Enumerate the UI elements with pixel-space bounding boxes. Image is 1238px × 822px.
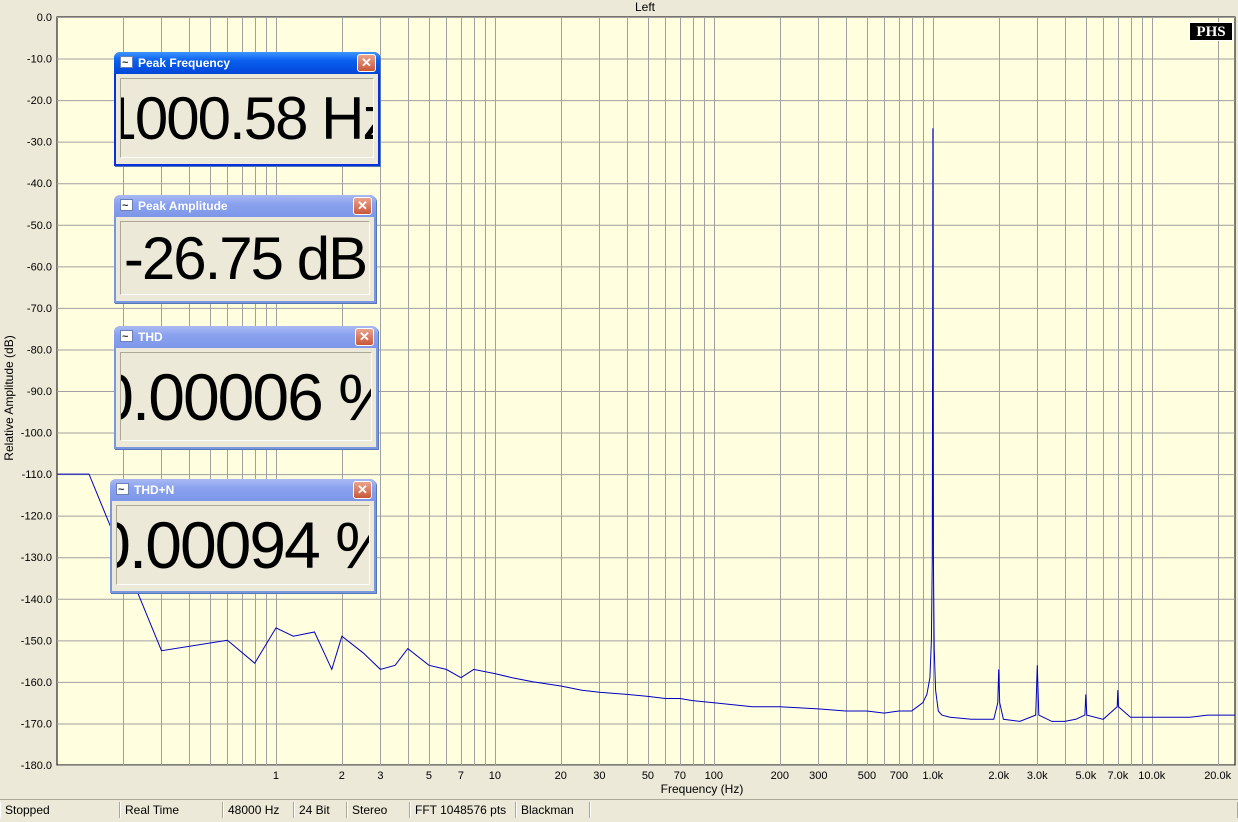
peak-frequency-value: 1000.58 Hz [120,78,374,158]
status-extra [590,802,1238,818]
x-tick-label: 20 [555,770,567,782]
peak-frequency-titlebar[interactable]: Peak Frequency ✕ [114,52,380,74]
x-tick-label: 200 [771,770,789,782]
peak-frequency-title: Peak Frequency [138,56,231,70]
y-tick-label: -100.0 [21,428,52,440]
close-icon[interactable]: ✕ [353,197,372,215]
chart-title: Left [635,0,656,14]
y-tick-label: -90.0 [27,386,52,398]
meter-window-icon [120,195,133,217]
x-tick-label: 700 [890,770,908,782]
y-tick-label: -130.0 [21,552,52,564]
peak-frequency-meter[interactable]: Peak Frequency ✕ 1000.58 Hz [114,52,380,166]
y-tick-label: -120.0 [21,511,52,523]
thd-n-meter[interactable]: THD+N ✕ 0.00094 % [110,479,376,593]
peak-amplitude-meter[interactable]: Peak Amplitude ✕ -26.75 dB [114,195,376,303]
x-tick-label: 20.0k [1204,770,1231,782]
x-tick-label: 500 [858,770,876,782]
close-icon[interactable]: ✕ [353,481,372,499]
thd-titlebar[interactable]: THD ✕ [114,326,378,348]
x-tick-label: 3.0k [1027,770,1048,782]
thd-value: 0.00006 % [120,352,372,441]
y-tick-label: -110.0 [22,469,52,481]
y-tick-label: -80.0 [27,344,52,356]
y-tick-label: -20.0 [27,95,52,107]
x-tick-label: 2 [339,770,345,782]
phs-logo: PHS [1189,22,1233,41]
x-tick-label: 70 [674,770,686,782]
close-icon[interactable]: ✕ [355,328,374,346]
thd-title: THD [138,330,163,344]
x-tick-label: 7 [458,770,464,782]
peak-amplitude-title: Peak Amplitude [138,199,228,213]
status-bit-depth: 24 Bit [294,802,347,818]
y-tick-label: 0.0 [37,12,52,24]
y-tick-label: -170.0 [21,718,52,730]
y-tick-label: -50.0 [27,220,52,232]
x-tick-label: 100 [705,770,723,782]
y-tick-label: -180.0 [21,760,52,772]
y-tick-label: -160.0 [21,677,52,689]
thd-n-titlebar[interactable]: THD+N ✕ [110,479,376,501]
meter-window-icon [116,479,129,501]
status-fft-size: FFT 1048576 pts [410,802,516,818]
status-mode: Real Time [120,802,223,818]
x-tick-label: 10.0k [1138,770,1165,782]
y-tick-label: -140.0 [21,594,52,606]
close-icon[interactable]: ✕ [357,54,376,72]
y-tick-label: -40.0 [27,178,52,190]
x-axis-label: Frequency (Hz) [661,782,744,796]
status-run-state: Stopped [0,802,120,818]
y-tick-label: -10.0 [27,54,52,66]
x-tick-label: 10 [489,770,501,782]
meter-window-icon [120,52,133,74]
thd-n-title: THD+N [134,483,175,497]
status-sample-rate: 48000 Hz [223,802,294,818]
x-tick-label: 7.0k [1107,770,1128,782]
meter-window-icon [120,326,133,348]
x-tick-label: 1 [273,770,279,782]
y-tick-label: -150.0 [21,635,52,647]
x-tick-label: 2.0k [988,770,1009,782]
x-tick-label: 5 [426,770,432,782]
y-tick-label: -70.0 [27,303,52,315]
y-tick-label: -30.0 [27,137,52,149]
thd-meter[interactable]: THD ✕ 0.00006 % [114,326,378,449]
peak-amplitude-value: -26.75 dB [120,221,370,295]
thd-n-value: 0.00094 % [116,505,370,585]
status-window: Blackman [516,802,590,818]
y-tick-label: -60.0 [27,261,52,273]
x-tick-label: 5.0k [1075,770,1096,782]
x-tick-label: 50 [642,770,654,782]
status-channels: Stereo [347,802,410,818]
x-tick-label: 30 [593,770,605,782]
peak-amplitude-titlebar[interactable]: Peak Amplitude ✕ [114,195,376,217]
status-bar: Stopped Real Time 48000 Hz 24 Bit Stereo… [0,799,1238,822]
x-tick-label: 300 [809,770,827,782]
x-tick-label: 3 [377,770,383,782]
y-axis-label: Relative Amplitude (dB) [2,335,16,460]
x-tick-label: 1.0k [922,770,943,782]
